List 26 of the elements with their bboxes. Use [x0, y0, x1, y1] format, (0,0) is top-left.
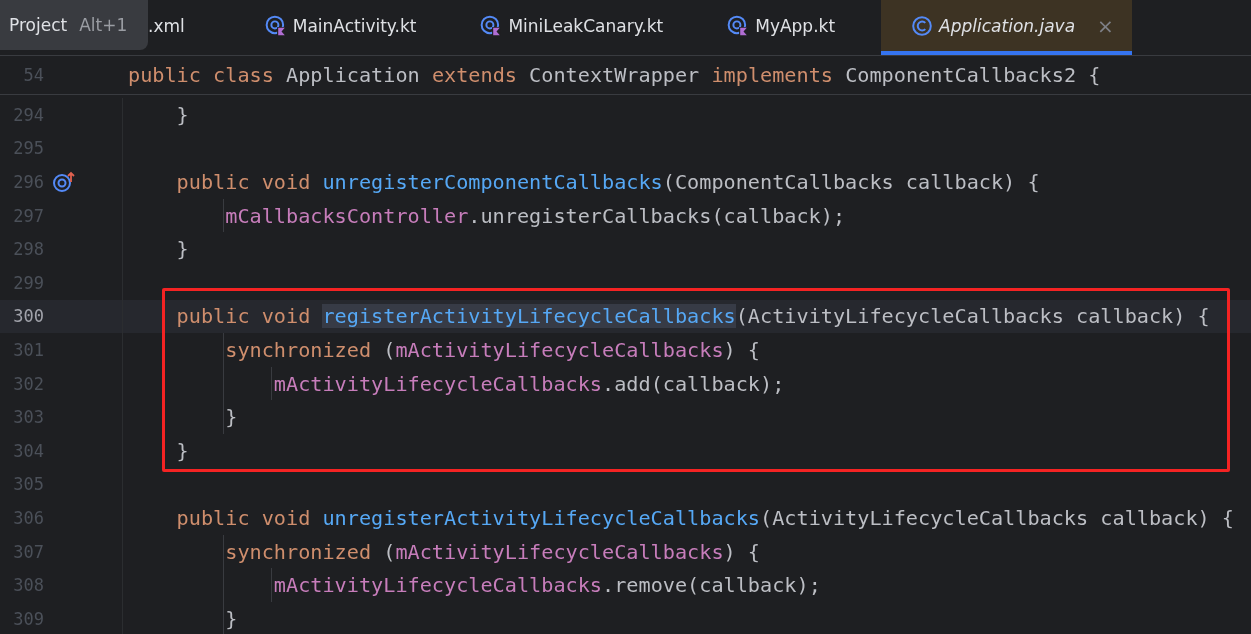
- editor-tab[interactable]: MyApp.kt: [697, 0, 870, 55]
- code-line: public void registerActivityLifecycleCallbacks(ActivityLifecycleCallbacks callback) {: [175, 304, 1210, 329]
- code-line: public void unregisterActivityLifecycleCallbacks(ActivityLifecycleCallbacks callback) {: [175, 505, 1235, 530]
- code-line: }: [175, 102, 189, 127]
- code-line: public class Application extends ContextWrapper implements ComponentCallbacks2 {: [127, 63, 1101, 87]
- code-line: synchronized (mActivityLifecycleCallbacks) {: [224, 337, 760, 362]
- kotlin-class-icon: [480, 14, 503, 37]
- editor-tab[interactable]: Application.java ×: [881, 0, 1132, 55]
- tooltip-label: Project: [9, 15, 68, 35]
- code-line: }: [224, 606, 238, 631]
- code-line: }: [175, 237, 189, 262]
- editor-tab[interactable]: MiniLeakCanary.kt: [450, 0, 698, 55]
- code-line: mActivityLifecycleCallbacks.remove(callback);: [272, 573, 821, 598]
- code-line: }: [224, 405, 238, 430]
- code-line: }: [175, 438, 189, 463]
- code-line: synchronized (mActivityLifecycleCallbacks) {: [224, 539, 760, 564]
- code-line: mCallbacksController.unregisterCallbacks(callback);: [224, 203, 846, 228]
- line-number: 300: [12, 306, 44, 327]
- editor-tab[interactable]: MainActivity.kt: [234, 0, 451, 55]
- shortcut-label: Alt+1: [79, 15, 128, 35]
- kotlin-class-icon: [727, 14, 750, 37]
- class-icon: [911, 14, 934, 37]
- code-line: mActivityLifecycleCallbacks.add(callback);: [272, 371, 785, 396]
- implements-target-icon[interactable]: [52, 171, 76, 193]
- kotlin-class-icon: [264, 14, 287, 37]
- code-line: public void unregisterComponentCallbacks(ComponentCallbacks callback) {: [175, 170, 1040, 194]
